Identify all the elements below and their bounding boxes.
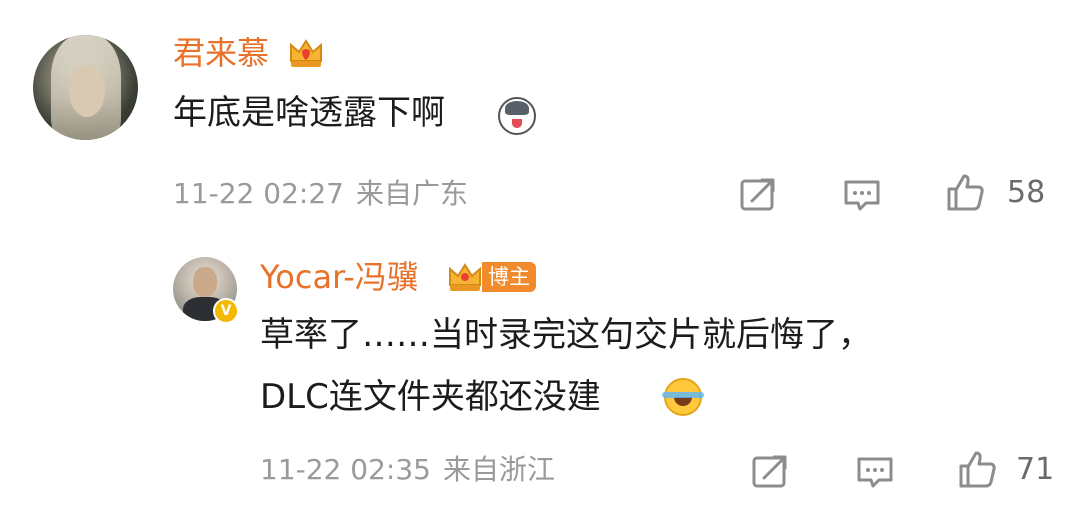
comment-meta: 11-22 02:27 来自广东 — [173, 176, 468, 212]
author-badge: 博主 — [482, 262, 536, 292]
comment-text: 年底是啥透露下啊 — [173, 93, 445, 133]
reply-text-line-2: DLC连文件夹都还没建 — [260, 377, 601, 417]
share-icon[interactable] — [750, 452, 790, 492]
like-icon[interactable] — [945, 172, 985, 212]
username[interactable]: 君来慕 — [173, 33, 269, 73]
timestamp: 11-22 02:35 — [260, 453, 431, 486]
verified-icon: V — [213, 298, 239, 324]
reply-username[interactable]: Yocar-冯骥 — [260, 257, 419, 297]
comment-icon[interactable] — [855, 452, 895, 492]
timestamp: 11-22 02:27 — [173, 177, 344, 210]
comment-thread: 君来慕 年底是啥透露下啊 11-22 02:27 来自广东 58 V Yocar… — [0, 0, 1080, 507]
like-count: 71 — [1016, 452, 1055, 487]
husky-emoji-icon — [498, 97, 536, 135]
like-icon[interactable] — [957, 449, 997, 489]
share-icon[interactable] — [738, 175, 778, 215]
location: 来自浙江 — [442, 453, 555, 486]
crown-icon — [447, 259, 483, 295]
crown-icon — [288, 35, 324, 71]
reply-text-line-1: 草率了……当时录完这句交片就后悔了， — [260, 315, 872, 355]
avatar[interactable] — [33, 35, 138, 140]
like-count: 58 — [1007, 175, 1046, 210]
laugh-cry-emoji-icon — [662, 378, 704, 416]
comment-icon[interactable] — [842, 175, 882, 215]
reply-meta: 11-22 02:35 来自浙江 — [260, 452, 555, 488]
location: 来自广东 — [355, 177, 468, 210]
